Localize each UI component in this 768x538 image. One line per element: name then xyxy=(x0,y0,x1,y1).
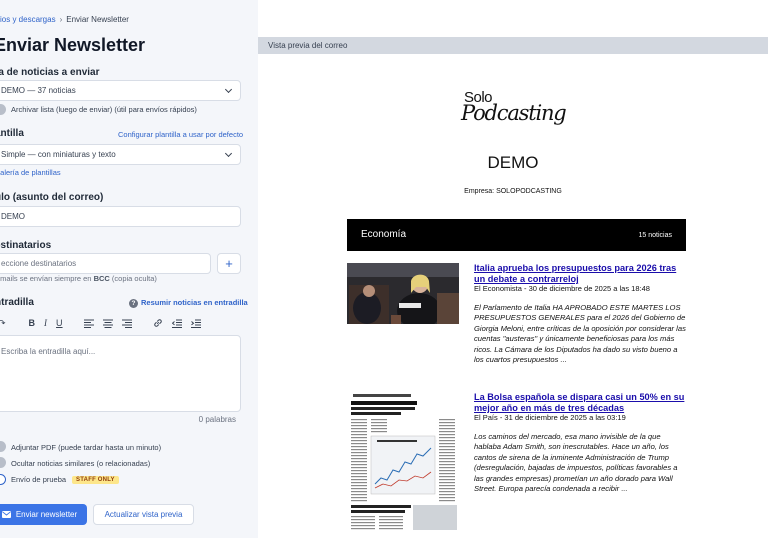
envelope-icon xyxy=(1,511,11,518)
outdent-icon[interactable] xyxy=(171,317,182,329)
test-send-label: Envío de prueba STAFF ONLY xyxy=(11,475,119,484)
news-list-label: ta de noticias a enviar xyxy=(0,67,100,78)
summarize-news-label: Resumir noticias en entradilla xyxy=(141,298,248,307)
archive-list-toggle[interactable] xyxy=(0,104,6,115)
intro-editor-placeholder: Escriba la entradilla aquí... xyxy=(1,347,96,356)
breadcrumb: ios y descargas › Enviar Newsletter xyxy=(0,15,129,24)
bcc-hint-prefix: emails se envían siempre en xyxy=(0,274,94,283)
recipients-input[interactable] xyxy=(1,259,210,268)
add-recipient-button[interactable]: + xyxy=(217,253,241,274)
breadcrumb-separator-icon: › xyxy=(59,15,63,24)
article-title-link[interactable]: La Bolsa española se dispara casi un 50%… xyxy=(474,392,686,414)
test-send-text: Envío de prueba xyxy=(11,475,67,484)
summarize-news-link[interactable]: ? Resumir noticias en entradilla xyxy=(129,298,248,308)
breadcrumb-parent-link[interactable]: ios y descargas xyxy=(0,15,56,24)
hide-similar-label: Ocultar noticias similares (o relacionad… xyxy=(11,459,151,468)
italic-icon[interactable]: I xyxy=(44,317,47,329)
plus-icon: + xyxy=(225,256,233,271)
subject-field[interactable]: DEMO xyxy=(0,206,241,227)
template-gallery-link[interactable]: galería de plantillas xyxy=(0,168,61,177)
attach-pdf-toggle[interactable] xyxy=(0,441,6,452)
recipients-bcc-hint: emails se envían siempre en BCC (copia o… xyxy=(0,274,157,283)
newsletter-form-panel: ios y descargas › Enviar Newsletter Enviar… xyxy=(0,0,258,538)
section-count: 15 noticias xyxy=(638,232,672,239)
test-send-radio[interactable] xyxy=(0,474,6,485)
article-thumbnail-newspaper[interactable] xyxy=(347,392,459,532)
intro-editor[interactable]: Escriba la entradilla aquí... xyxy=(0,335,241,412)
align-center-icon[interactable] xyxy=(102,317,113,329)
intro-label: ntradilla xyxy=(0,297,34,308)
align-left-icon[interactable] xyxy=(83,317,94,329)
subject-value: DEMO xyxy=(1,212,25,221)
article-thumbnail-parliament[interactable] xyxy=(347,263,459,324)
refresh-preview-label: Actualizar vista previa xyxy=(104,510,183,519)
breadcrumb-current: Enviar Newsletter xyxy=(66,15,129,24)
send-newsletter-label: Enviar newsletter xyxy=(15,510,78,519)
link-icon[interactable] xyxy=(153,317,163,329)
article-summary: El Parlamento de Italia HA APROBADO ESTE… xyxy=(474,303,686,365)
article-meta: El Economista - 30 de diciembre de 2025 … xyxy=(474,284,650,293)
attach-pdf-label: Adjuntar PDF (puede tardar hasta un minu… xyxy=(11,443,162,452)
article-summary: Los caminos del mercado, esa mano invisi… xyxy=(474,432,678,494)
word-count: 0 palabras xyxy=(198,415,236,424)
news-list-select[interactable]: DEMO — 37 noticias xyxy=(0,80,241,101)
underline-icon[interactable]: U xyxy=(56,317,63,329)
subject-label: ulo (asunto del correo) xyxy=(0,192,104,203)
bcc-hint-suffix: (copia oculta) xyxy=(109,274,157,283)
section-header: Economía 15 noticias xyxy=(347,219,686,251)
bcc-hint-bold: BCC xyxy=(93,274,110,283)
configure-template-link[interactable]: Configurar plantilla a usar por defecto xyxy=(118,130,243,139)
section-name: Economía xyxy=(361,229,407,240)
send-newsletter-button[interactable]: Enviar newsletter xyxy=(0,504,87,525)
template-selected-value: Simple — con miniaturas y texto xyxy=(1,150,116,159)
indent-icon[interactable] xyxy=(190,317,201,329)
preview-list-title: DEMO xyxy=(487,153,539,172)
archive-list-toggle-label: Archivar lista (luego de enviar) (útil p… xyxy=(11,105,197,114)
logo-podcasting-text: Podcasting xyxy=(461,101,567,125)
template-label: antilla xyxy=(0,128,24,139)
align-right-icon[interactable] xyxy=(121,317,132,329)
redo-icon[interactable]: ↷ xyxy=(0,317,6,329)
bold-icon[interactable]: B xyxy=(29,317,36,329)
help-icon: ? xyxy=(129,299,138,308)
article-meta: El País - 31 de diciembre de 2025 a las … xyxy=(474,413,626,422)
staff-only-badge: STAFF ONLY xyxy=(72,476,119,484)
recipients-label: estinatarios xyxy=(0,240,52,251)
preview-header: Vista previa del correo xyxy=(258,37,768,54)
article-title-link[interactable]: Italia aprueba los presupuestos para 202… xyxy=(474,263,686,285)
news-list-selected-value: DEMO — 37 noticias xyxy=(1,86,76,95)
editor-toolbar: ↷ B I U xyxy=(0,316,210,330)
hide-similar-toggle[interactable] xyxy=(0,457,6,468)
refresh-preview-button[interactable]: Actualizar vista previa xyxy=(93,504,194,525)
template-select[interactable]: Simple — con miniaturas y texto xyxy=(0,144,241,165)
preview-company: Empresa: SOLOPODCASTING xyxy=(464,188,562,195)
email-preview-panel: Vista previa del correo Solo Podcasting … xyxy=(258,0,768,538)
page-title: Enviar Newsletter xyxy=(0,35,146,55)
recipients-input-wrapper[interactable] xyxy=(0,253,211,274)
